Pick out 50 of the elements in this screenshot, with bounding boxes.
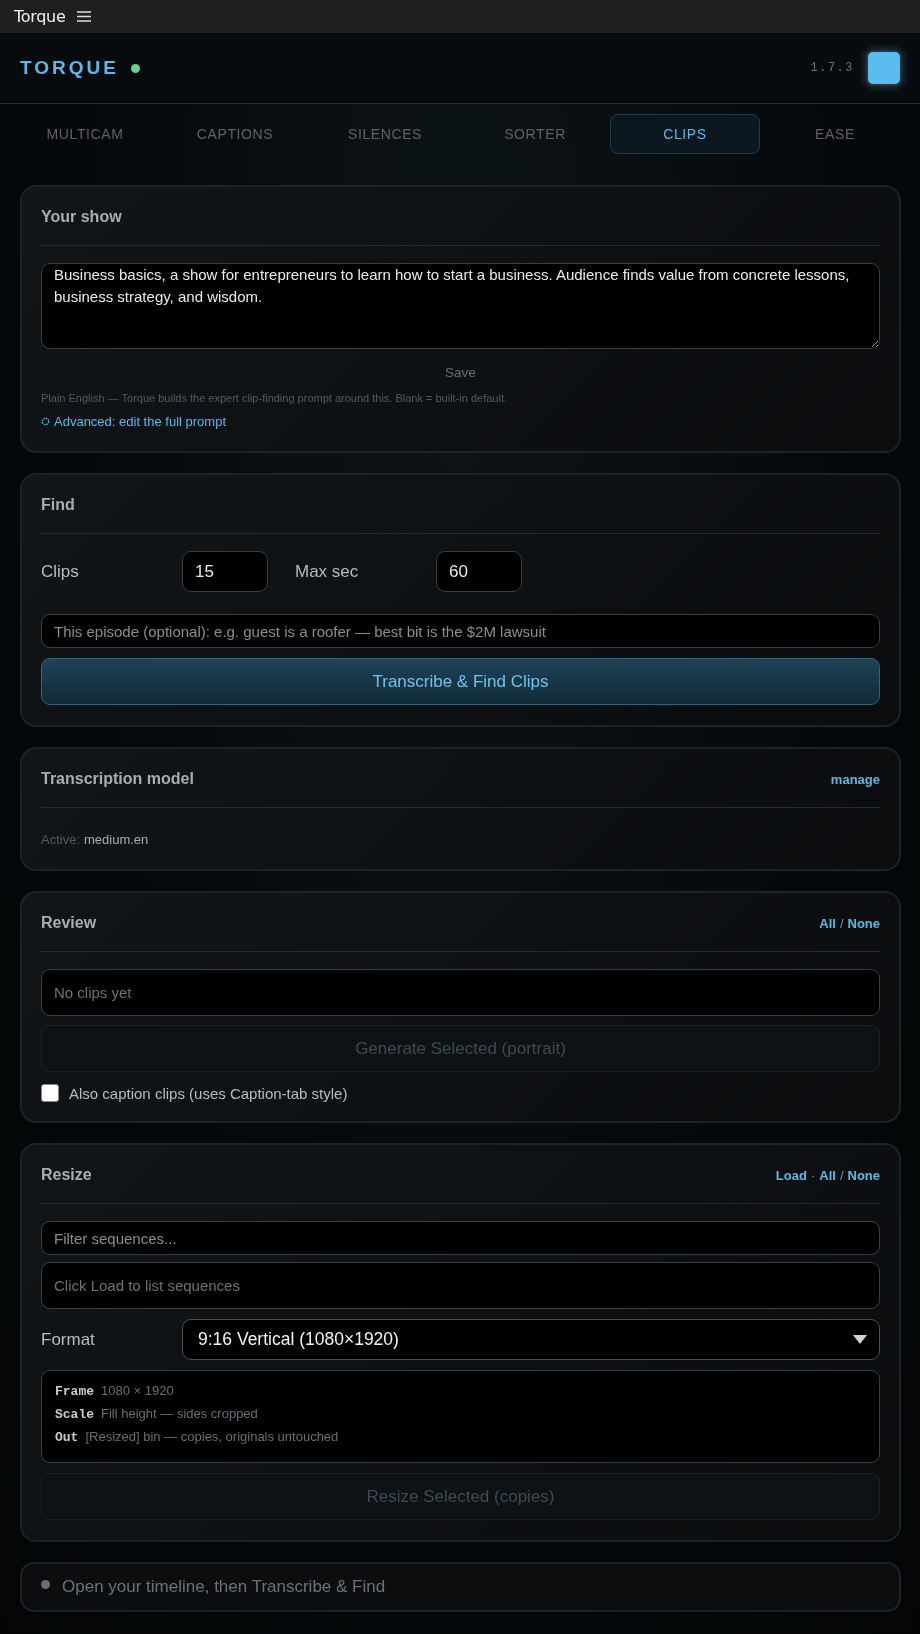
separator-text: · <box>810 1167 816 1183</box>
app-title: Torque <box>14 7 66 26</box>
action-link[interactable]: All <box>819 1167 836 1183</box>
caret-icon <box>853 1335 867 1344</box>
info-value: 1080 × 1920 <box>101 1383 174 1398</box>
action-link[interactable]: None <box>847 1167 880 1183</box>
status-dot-icon <box>41 1579 50 1589</box>
active-model-name: medium.en <box>84 832 149 847</box>
field-label: Clips <box>41 561 80 582</box>
show-description-field[interactable]: Business basics, a show for entrepreneurs to learn how to start a business. Audience finds value from concrete lessons, business strategy, and wisdom. <box>41 263 880 349</box>
action-link[interactable]: None <box>847 915 880 931</box>
menu-icon[interactable] <box>77 11 92 22</box>
max-seconds-field[interactable]: 60 <box>436 551 522 592</box>
section-title: Resize <box>41 1166 92 1184</box>
brand-logo: TORQUE <box>20 57 119 79</box>
info-key: Frame <box>55 1384 94 1399</box>
save-button[interactable]: Save <box>445 365 476 380</box>
checkbox-label: Also caption clips (uses Caption-tab style) <box>69 1084 348 1102</box>
advanced-prompt-link[interactable]: Advanced: edit the full prompt <box>54 414 226 429</box>
format-dropdown[interactable]: 9:16 Vertical (1080×1920) <box>182 1319 880 1360</box>
section-title: Review <box>41 914 97 932</box>
active-label: Active: <box>41 832 80 847</box>
field-label: Format <box>41 1329 96 1350</box>
field-label: Max sec <box>295 561 360 582</box>
checkbox[interactable] <box>41 1084 59 1102</box>
square-button[interactable] <box>866 50 902 86</box>
episode-notes-field[interactable]: This episode (optional): e.g. guest is a roofer — best bit is the $2M lawsuit <box>41 614 880 648</box>
section-title: Your show <box>41 208 122 226</box>
info-key: Out <box>55 1430 79 1445</box>
empty-list-message: No clips yet <box>54 984 132 1001</box>
hint-text: Plain English — Torque builds the expert clip-finding prompt around this. Blank = built-in default. <box>41 391 509 404</box>
action-link[interactable]: Load <box>775 1167 807 1183</box>
clips-count-field[interactable]: 15 <box>182 551 268 592</box>
gear-icon <box>41 417 50 426</box>
filter-sequences-field[interactable]: Filter sequences... <box>41 1221 880 1255</box>
separator-text: / <box>839 1167 844 1183</box>
section-title: Transcription model <box>41 770 194 788</box>
status-message: Open your timeline, then Transcribe & Find <box>62 1577 386 1597</box>
version-label: 1.7.3 <box>810 61 854 75</box>
action-link[interactable]: All <box>819 915 836 931</box>
info-value: [Resized] bin — copies, originals untouched <box>85 1429 339 1444</box>
info-value: Fill height — sides cropped <box>101 1406 258 1421</box>
section-title: Find <box>41 496 75 514</box>
tab[interactable]: CLIPS <box>610 114 760 154</box>
separator-text: / <box>839 915 844 931</box>
action-button[interactable]: Transcribe & Find Clips <box>41 658 880 705</box>
manage-link[interactable]: manage <box>830 771 880 787</box>
info-key: Scale <box>55 1407 94 1422</box>
status-dot-icon <box>130 63 140 73</box>
empty-list-message: Click Load to list sequences <box>54 1277 240 1294</box>
